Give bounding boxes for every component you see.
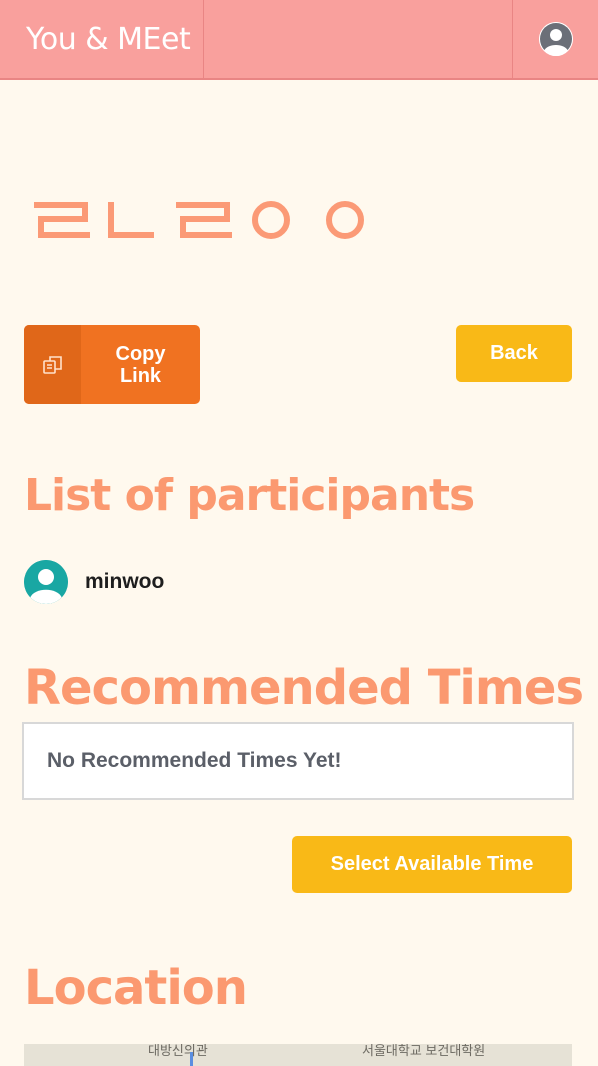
user-avatar-icon[interactable] [538, 22, 573, 56]
room-title-logo [34, 198, 374, 244]
recommended-times-heading: Recommended Times [24, 660, 584, 716]
select-available-time-button[interactable]: Select Available Time [292, 836, 572, 893]
copy-icon [24, 325, 81, 404]
map-road [190, 1052, 193, 1066]
participant-name: minwoo [85, 570, 165, 593]
location-map[interactable]: 대방신의관 서울대학교 보건대학원 [24, 1044, 572, 1066]
map-label: 서울대학교 보건대학원 [362, 1044, 486, 1058]
brand-logo[interactable]: You & MEet [0, 0, 204, 78]
profile-area [512, 0, 598, 78]
back-button[interactable]: Back [456, 325, 572, 382]
location-heading: Location [24, 960, 248, 1016]
recommended-times-box: No Recommended Times Yet! [22, 722, 574, 800]
map-label: 대방신의관 [148, 1044, 208, 1058]
copy-link-button[interactable]: Copy Link [24, 325, 200, 404]
participants-heading: List of participants [24, 470, 475, 521]
copy-link-label: Copy Link [115, 342, 166, 387]
participant-item: minwoo [24, 559, 164, 605]
top-navbar: You & MEet [0, 0, 598, 80]
participant-avatar-icon [24, 560, 68, 604]
